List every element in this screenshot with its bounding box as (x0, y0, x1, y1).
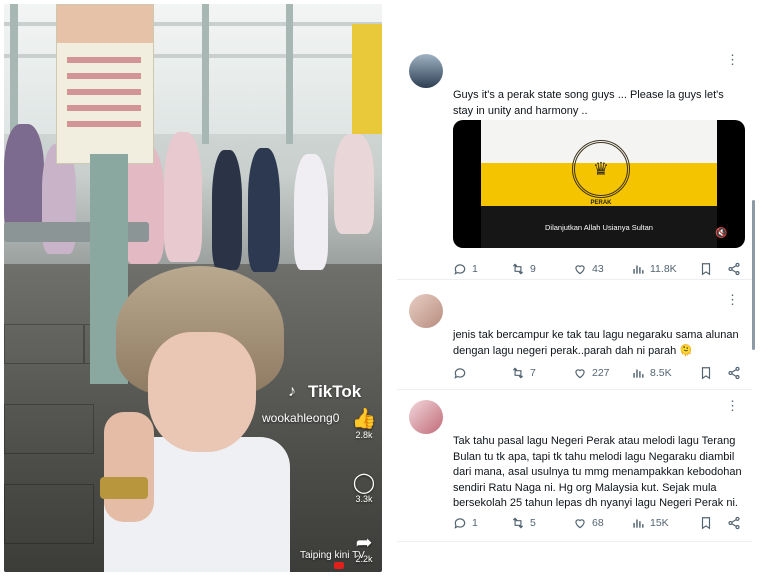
crest-label: PERAK (590, 200, 612, 206)
reply-button[interactable]: 1 (453, 262, 511, 276)
bookmark-button[interactable] (699, 366, 727, 380)
like-button[interactable]: 43 (573, 262, 631, 276)
bookmark-icon (701, 367, 711, 380)
share-button[interactable] (727, 262, 741, 276)
tweet[interactable]: ⋮ Guys it's a perak state song guys ... … (397, 40, 752, 280)
share-icon (728, 366, 740, 380)
tiktok-video[interactable]: ♪ TikTok wookahleong0 👍 2.8k ◯ 3.3k ➦ 2.… (4, 4, 382, 572)
more-options-icon[interactable]: ⋮ (726, 398, 740, 414)
tweet-text: jenis tak bercampur ke tak tau lagu nega… (453, 329, 739, 357)
repost-button[interactable]: 7 (511, 366, 573, 380)
share-button[interactable] (727, 366, 741, 380)
heart-icon (575, 265, 585, 275)
views-button[interactable]: 11.8K (631, 262, 699, 276)
like-count: 43 (592, 263, 604, 275)
embedded-video[interactable]: ♛ PERAK Dilanjutkan Allah Usianya Sultan… (453, 120, 745, 248)
tweet-text: Guys it's a perak state song guys ... Pl… (453, 89, 724, 117)
repost-count: 9 (530, 263, 536, 275)
tiktok-wordmark: TikTok (308, 382, 362, 401)
comment-bubble-icon: ◯ (352, 472, 376, 494)
tweet-actions: 1 9 43 11.8K (453, 260, 743, 278)
hanging-banner (56, 4, 154, 164)
tiktok-logo: ♪ TikTok (288, 382, 361, 402)
avatar[interactable] (409, 54, 443, 88)
heart-icon (575, 519, 585, 529)
reply-icon (454, 264, 466, 275)
perak-crest-icon: ♛ PERAK (569, 124, 633, 210)
youtube-icon (334, 562, 344, 569)
views-button[interactable]: 15K (631, 516, 699, 530)
repost-icon (512, 517, 524, 529)
mute-icon[interactable]: 🔇 (715, 228, 727, 239)
views-chart-icon (633, 265, 644, 274)
reply-button[interactable] (453, 366, 511, 380)
repost-button[interactable]: 9 (511, 262, 573, 276)
tiktok-username[interactable]: wookahleong0 (262, 411, 339, 425)
tweet-actions: 7 227 8.5K (453, 364, 743, 382)
tweet[interactable]: ⋮ Tak tahu pasal lagu Negeri Perak atau … (397, 394, 752, 542)
bookmark-button[interactable] (699, 516, 727, 530)
share-button[interactable] (727, 516, 741, 530)
scrollbar[interactable] (752, 200, 755, 350)
like-count: 227 (592, 367, 610, 379)
like-button[interactable]: 68 (573, 516, 631, 530)
repost-icon (512, 263, 524, 275)
comment-button[interactable]: ◯ 3.3k (346, 472, 382, 504)
tweet-actions: 1 5 68 15K (453, 514, 743, 532)
share-icon (728, 262, 740, 276)
bookmark-button[interactable] (699, 262, 727, 276)
more-options-icon[interactable]: ⋮ (726, 292, 740, 308)
gold-watch (100, 477, 148, 499)
repost-button[interactable]: 5 (511, 516, 573, 530)
comment-count: 3.3k (355, 494, 373, 504)
reply-count: 1 (472, 263, 478, 275)
like-count: 2.8k (355, 430, 373, 440)
tweet-text: Tak tahu pasal lagu Negeri Perak atau me… (453, 435, 742, 509)
views-chart-icon (633, 369, 644, 378)
views-chart-icon (633, 519, 644, 528)
repost-count: 7 (530, 367, 536, 379)
reply-icon (454, 518, 466, 529)
share-icon (728, 516, 740, 530)
reply-button[interactable]: 1 (453, 516, 511, 530)
repost-count: 5 (530, 517, 536, 529)
bookmark-icon (701, 517, 711, 530)
avatar[interactable] (409, 400, 443, 434)
thumbs-up-icon: 👍 (351, 408, 377, 430)
like-button[interactable]: 👍 2.8k (346, 408, 382, 440)
heart-icon (575, 369, 585, 379)
tweet[interactable]: ⋮ jenis tak bercampur ke tak tau lagu ne… (397, 284, 752, 390)
channel-watermark: Taiping kini TV (300, 550, 365, 561)
more-options-icon[interactable]: ⋮ (726, 52, 740, 68)
tiktok-note-icon: ♪ (288, 383, 296, 400)
twitter-thread: ⋮ Guys it's a perak state song guys ... … (397, 40, 752, 546)
view-count: 11.8K (650, 263, 677, 275)
view-count: 15K (650, 517, 669, 529)
screenshot-root: ♪ TikTok wookahleong0 👍 2.8k ◯ 3.3k ➦ 2.… (0, 0, 768, 576)
bookmark-icon (701, 263, 711, 276)
like-button[interactable]: 227 (573, 366, 631, 380)
avatar[interactable] (409, 294, 443, 328)
like-count: 68 (592, 517, 604, 529)
reply-count: 1 (472, 517, 478, 529)
view-count: 8.5K (650, 367, 672, 379)
repost-icon (512, 367, 524, 379)
reply-icon (454, 368, 466, 379)
views-button[interactable]: 8.5K (631, 366, 699, 380)
video-caption: Dilanjutkan Allah Usianya Sultan (545, 223, 653, 232)
